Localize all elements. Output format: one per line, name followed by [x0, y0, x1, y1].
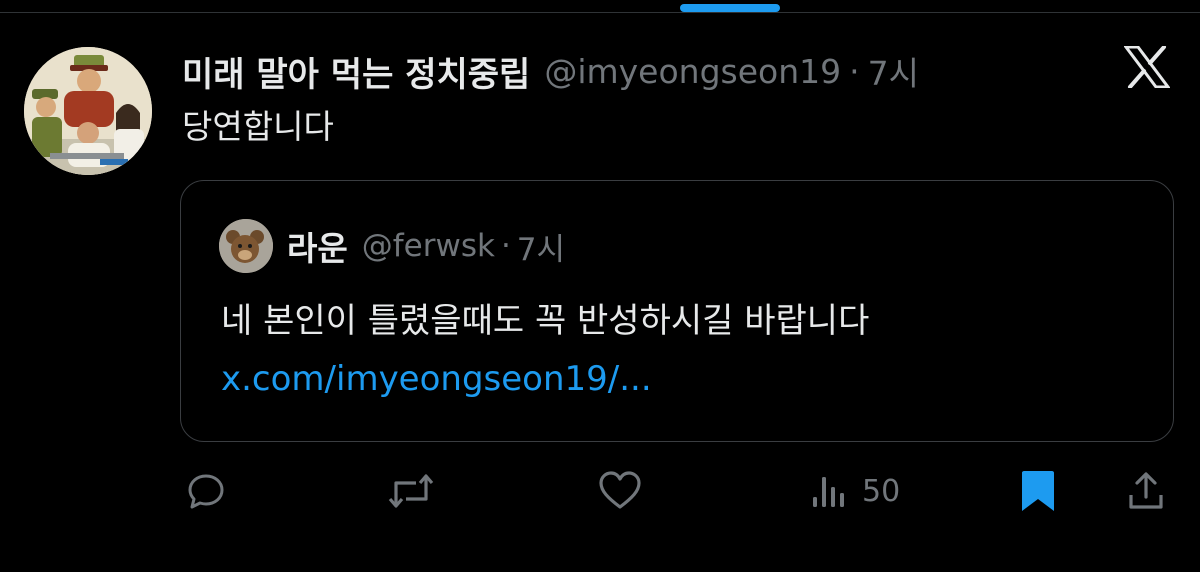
bookmark-button[interactable] [1018, 462, 1058, 520]
retweet-icon [388, 474, 434, 508]
scroll-indicator [680, 4, 780, 12]
quoted-tweet-card[interactable]: 라운 @ferwsk · 7시 네 본인이 틀렸을때도 꼭 반성하시길 바랍니다… [180, 180, 1174, 442]
quote-header: 라운 @ferwsk · 7시 [287, 223, 565, 269]
share-button[interactable] [1126, 462, 1166, 520]
avatar-illustration [24, 47, 152, 175]
quote-time[interactable]: 7시 [517, 224, 565, 269]
quote-text: 네 본인이 틀렸을때도 꼭 반성하시길 바랍니다 [221, 301, 870, 341]
x-logo-icon [1123, 45, 1171, 89]
reply-icon [188, 474, 224, 509]
quote-author-handle[interactable]: @ferwsk [362, 228, 495, 264]
quote-separator-dot: · [500, 228, 511, 264]
reply-button[interactable] [186, 462, 226, 520]
action-bar: 50 [0, 462, 1200, 520]
views-icon [813, 477, 844, 507]
top-divider [0, 12, 1200, 13]
quote-author-avatar [219, 219, 273, 273]
teddy-bear-avatar [219, 219, 273, 273]
tweet-text: 당연합니다 [182, 107, 334, 146]
share-icon [1129, 472, 1163, 509]
author-name[interactable]: 미래 말아 먹는 정치중립 [182, 47, 530, 96]
author-handle[interactable]: @imyeongseon19 [544, 52, 841, 91]
like-button[interactable] [598, 462, 642, 520]
quote-link[interactable]: x.com/imyeongseon19/... [221, 359, 652, 399]
views-count: 50 [862, 473, 901, 509]
tweet-header: 미래 말아 먹는 정치중립 @imyeongseon19 · 7시 [182, 46, 919, 96]
retweet-button[interactable] [386, 462, 436, 520]
quote-author-name[interactable]: 라운 [287, 222, 348, 270]
separator-dot: · [849, 51, 860, 91]
heart-icon [599, 471, 641, 509]
views-button[interactable]: 50 [810, 462, 900, 520]
tweet-time[interactable]: 7시 [868, 47, 919, 95]
author-avatar[interactable] [24, 47, 152, 175]
bookmark-icon [1022, 471, 1054, 511]
